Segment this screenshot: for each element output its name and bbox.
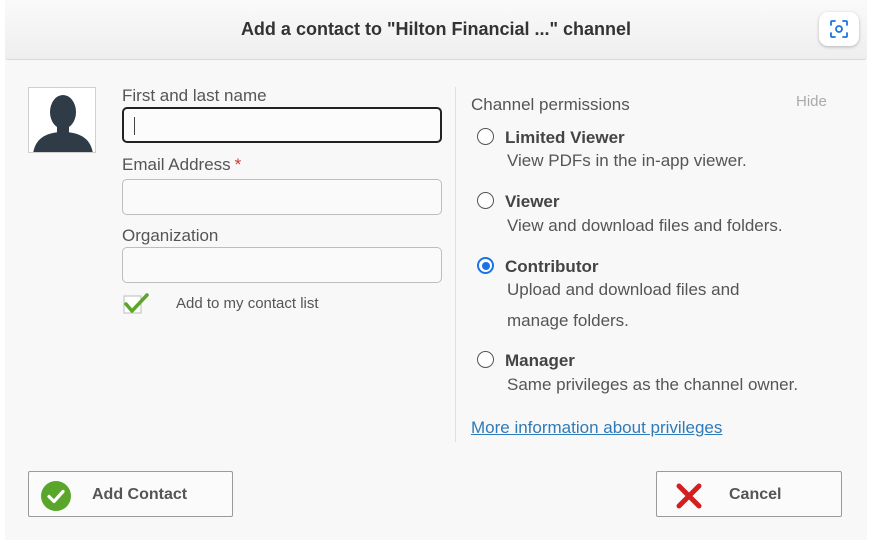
email-input[interactable] — [122, 179, 442, 215]
hide-permissions-link[interactable]: Hide — [796, 93, 827, 110]
person-silhouette-icon — [33, 95, 93, 152]
radio-contributor[interactable] — [477, 257, 494, 274]
add-to-list-label: Add to my contact list — [176, 295, 319, 312]
radio-viewer[interactable] — [477, 192, 494, 209]
radio-limited-viewer[interactable] — [477, 128, 494, 145]
contact-avatar — [28, 87, 96, 153]
dialog-title: Add a contact to "Hilton Financial ..." … — [240, 19, 632, 39]
organization-input[interactable] — [122, 247, 442, 283]
checkmark-icon — [123, 293, 149, 314]
green-check-circle-icon — [41, 481, 71, 511]
scan-focus-icon — [830, 20, 848, 38]
red-x-icon — [676, 483, 702, 509]
cancel-button[interactable]: Cancel — [656, 471, 842, 517]
option-limited-viewer-desc: View PDFs in the in-app viewer. — [507, 151, 747, 170]
add-contact-dialog: Add a contact to "Hilton Financial ..." … — [5, 0, 867, 540]
email-label: Email Address * — [122, 155, 241, 175]
add-contact-button[interactable]: Add Contact — [28, 471, 233, 517]
more-info-privileges-link[interactable]: More information about privileges — [471, 418, 722, 438]
option-manager-desc: Same privileges as the channel owner. — [507, 375, 799, 394]
option-contributor-desc: Upload and download files and manage fol… — [507, 280, 740, 330]
scan-button[interactable] — [819, 12, 859, 46]
dialog-header: Add a contact to "Hilton Financial ..." … — [5, 0, 867, 60]
column-divider — [455, 87, 456, 442]
option-manager-name: Manager — [505, 351, 575, 370]
permissions-title: Channel permissions — [471, 95, 630, 114]
option-viewer-desc: View and download files and folders. — [507, 216, 783, 235]
name-label: First and last name — [122, 86, 267, 105]
name-input[interactable] — [122, 107, 442, 143]
text-cursor — [134, 117, 135, 135]
required-mark: * — [234, 155, 242, 174]
organization-label: Organization — [122, 226, 219, 245]
add-to-list-checkbox[interactable] — [123, 293, 149, 314]
email-label-text: Email Address — [122, 155, 231, 174]
add-contact-label: Add Contact — [92, 486, 188, 503]
cancel-label: Cancel — [729, 486, 782, 503]
radio-manager[interactable] — [477, 351, 494, 368]
option-viewer-name: Viewer — [505, 192, 560, 211]
